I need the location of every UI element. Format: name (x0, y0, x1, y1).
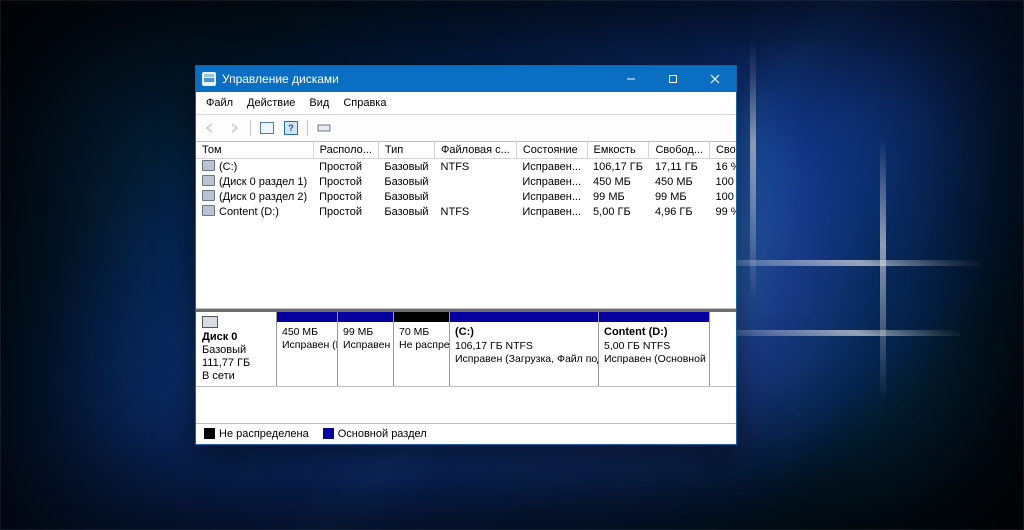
col-fs[interactable]: Файловая с... (435, 142, 517, 159)
properties-button[interactable] (314, 119, 334, 137)
hdd-icon (202, 316, 218, 328)
close-button[interactable] (694, 66, 736, 92)
disk0-info[interactable]: Диск 0 Базовый 111,77 ГБ В сети (196, 312, 277, 386)
partition-status: Исправен (Разде (282, 339, 332, 352)
help-button[interactable]: ? (281, 119, 301, 137)
menu-help[interactable]: Справка (337, 96, 392, 110)
disk-list-empty-area (196, 387, 736, 424)
app-icon (202, 72, 216, 86)
minimize-button[interactable] (610, 66, 652, 92)
legend: Не распределена Основной раздел (196, 424, 736, 444)
partition-body: 70 МБНе распре (394, 322, 449, 356)
menubar: Файл Действие Вид Справка (196, 92, 736, 115)
partition-status: Не распре (399, 339, 444, 352)
partition-size: 450 МБ (282, 326, 332, 339)
partition-size: 70 МБ (399, 326, 444, 339)
partition-size: 5,00 ГБ NTFS (604, 340, 704, 353)
partition-block[interactable]: 99 МБИсправен (Ш (338, 312, 394, 386)
maximize-button[interactable] (652, 66, 694, 92)
partition-block[interactable]: 450 МБИсправен (Разде (277, 312, 338, 386)
disk-management-window: Управление дисками Файл Действие Вид Спр… (195, 65, 737, 445)
volume-icon (202, 205, 215, 216)
show-hide-tree-button[interactable] (257, 119, 277, 137)
partition-title: Content (D:) (604, 326, 704, 340)
primary-header-stripe (599, 312, 709, 322)
partition-body: (C:)106,17 ГБ NTFSИсправен (Загрузка, Фа… (450, 322, 598, 370)
legend-primary: Основной раздел (323, 428, 427, 440)
menu-view[interactable]: Вид (303, 96, 335, 110)
table-row[interactable]: (Диск 0 раздел 2) Простой Базовый Исправ… (196, 189, 736, 204)
partition-title: (C:) (455, 326, 593, 340)
volume-icon (202, 160, 215, 171)
nav-forward-button[interactable] (224, 119, 244, 137)
partition-block[interactable]: (C:)106,17 ГБ NTFSИсправен (Загрузка, Фа… (450, 312, 599, 386)
disk-graphical-view[interactable]: Диск 0 Базовый 111,77 ГБ В сети 450 МБИс… (196, 309, 736, 387)
col-status[interactable]: Состояние (516, 142, 587, 159)
partition-body: 450 МБИсправен (Разде (277, 322, 337, 356)
nav-back-button[interactable] (200, 119, 220, 137)
col-free[interactable]: Свобод... (649, 142, 710, 159)
primary-header-stripe (277, 312, 337, 322)
partition-status: Исправен (Ш (343, 339, 388, 352)
col-free-pct[interactable]: Свободно % (709, 142, 736, 159)
legend-unallocated: Не распределена (204, 428, 309, 440)
menu-action[interactable]: Действие (241, 96, 301, 110)
table-row[interactable]: (C:) Простой Базовый NTFS Исправен... 10… (196, 159, 736, 175)
volume-icon (202, 175, 215, 186)
table-row[interactable]: Content (D:) Простой Базовый NTFS Исправ… (196, 204, 736, 219)
table-row[interactable]: (Диск 0 раздел 1) Простой Базовый Исправ… (196, 174, 736, 189)
window-title: Управление дисками (222, 72, 339, 86)
volumes-list[interactable]: Том Располо... Тип Файловая с... Состоян… (196, 142, 736, 309)
toolbar-separator (250, 120, 251, 136)
partition-size: 106,17 ГБ NTFS (455, 340, 593, 353)
col-type[interactable]: Тип (378, 142, 434, 159)
partition-block[interactable]: 70 МБНе распре (394, 312, 450, 386)
toolbar-separator (307, 120, 308, 136)
partition-body: Content (D:)5,00 ГБ NTFSИсправен (Основн… (599, 322, 709, 370)
partition-size: 99 МБ (343, 326, 388, 339)
desktop-wallpaper: Управление дисками Файл Действие Вид Спр… (0, 0, 1024, 530)
partition-block[interactable]: Content (D:)5,00 ГБ NTFSИсправен (Основн… (599, 312, 710, 386)
volumes-header-row[interactable]: Том Располо... Тип Файловая с... Состоян… (196, 142, 736, 159)
unallocated-header-stripe (394, 312, 449, 322)
toolbar: ? (196, 115, 736, 142)
col-layout[interactable]: Располо... (313, 142, 378, 159)
col-capacity[interactable]: Емкость (587, 142, 649, 159)
menu-file[interactable]: Файл (200, 96, 239, 110)
primary-header-stripe (450, 312, 598, 322)
partition-status: Исправен (Основной разд (604, 353, 704, 366)
primary-header-stripe (338, 312, 393, 322)
col-tom[interactable]: Том (196, 142, 313, 159)
volume-icon (202, 190, 215, 201)
partition-status: Исправен (Загрузка, Файл подкачки (455, 353, 593, 366)
titlebar[interactable]: Управление дисками (196, 66, 736, 92)
partition-body: 99 МБИсправен (Ш (338, 322, 393, 356)
